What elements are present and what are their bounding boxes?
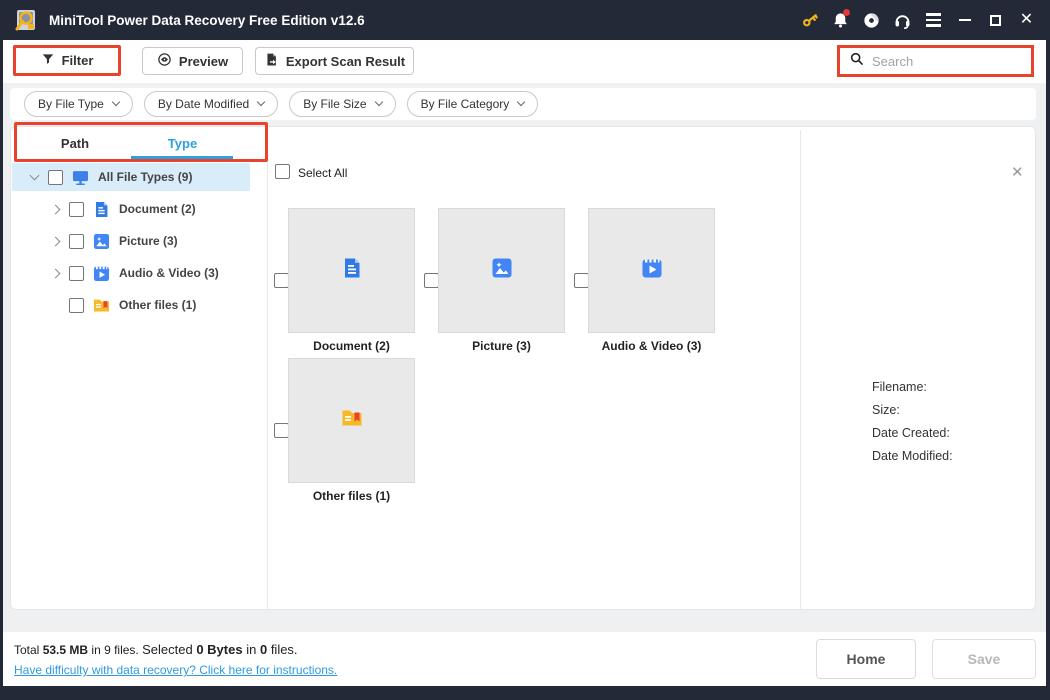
summary-text: Total 53.5 MB in 9 files. Selected 0 Byt… (14, 642, 298, 657)
window-title: MiniTool Power Data Recovery Free Editio… (49, 13, 365, 28)
help-link[interactable]: Have difficulty with data recovery? Clic… (14, 663, 337, 677)
card-checkbox-other-files[interactable] (274, 423, 289, 438)
close-icon[interactable]: ✕ (1011, 0, 1042, 40)
bell-icon[interactable] (825, 0, 856, 40)
selected-count-value: 0 (260, 642, 267, 657)
main-details-divider (800, 130, 801, 610)
headset-icon[interactable] (887, 0, 918, 40)
dropdown-by-date-modified[interactable]: By Date Modified (144, 91, 278, 117)
checkbox[interactable] (69, 234, 84, 249)
tree-item-other-files[interactable]: Other files (1) (47, 291, 196, 319)
checkbox[interactable] (69, 202, 84, 217)
eye-icon (157, 52, 172, 70)
chevron-right-icon[interactable] (50, 236, 60, 246)
chevron-down-icon (517, 98, 525, 106)
search-input[interactable] (872, 54, 1048, 69)
select-all-checkbox[interactable] (275, 164, 290, 179)
document-icon (340, 256, 364, 285)
dropdown-by-file-category[interactable]: By File Category (407, 91, 539, 117)
home-button[interactable]: Home (816, 639, 916, 679)
dropdown-by-file-size[interactable]: By File Size (289, 91, 395, 117)
detail-date-created-label: Date Created: (872, 426, 950, 440)
menu-icon[interactable] (918, 0, 949, 40)
dropdown-by-file-type[interactable]: By File Type (24, 91, 133, 117)
select-all-label: Select All (298, 166, 347, 180)
card-label-document: Document (2) (288, 339, 415, 353)
app-window: MiniTool Power Data Recovery Free Editio… (0, 0, 1050, 700)
save-button[interactable]: Save (932, 639, 1036, 679)
tree-item-picture[interactable]: Picture (3) (47, 227, 178, 255)
checkbox[interactable] (48, 170, 63, 185)
monitor-icon (71, 168, 90, 187)
preview-button[interactable]: Preview (142, 47, 243, 75)
card-audio-video[interactable] (588, 208, 715, 333)
card-document[interactable] (288, 208, 415, 333)
picture-icon (490, 256, 514, 285)
search-icon (849, 51, 865, 72)
funnel-icon (41, 52, 55, 69)
details-close-icon[interactable]: ✕ (1011, 165, 1024, 180)
detail-size-label: Size: (872, 403, 900, 417)
card-label-picture: Picture (3) (438, 339, 565, 353)
export-scan-result-button[interactable]: Export Scan Result (255, 47, 414, 75)
tree-item-all-file-types[interactable]: All File Types (9) (26, 163, 192, 191)
checkbox[interactable] (69, 266, 84, 281)
card-picture[interactable] (438, 208, 565, 333)
tree-main-divider (267, 162, 268, 610)
tab-type[interactable]: Type (140, 136, 225, 151)
card-checkbox-picture[interactable] (424, 273, 439, 288)
minimize-icon[interactable] (949, 0, 980, 40)
detail-filename-label: Filename: (872, 380, 927, 394)
key-icon[interactable] (794, 0, 825, 40)
tab-path[interactable]: Path (35, 136, 115, 151)
chevron-right-icon[interactable] (50, 268, 60, 278)
detail-date-modified-label: Date Modified: (872, 449, 953, 463)
card-other-files[interactable] (288, 358, 415, 483)
disc-icon[interactable] (856, 0, 887, 40)
card-label-audio-video: Audio & Video (3) (588, 339, 715, 353)
card-checkbox-audio-video[interactable] (574, 273, 589, 288)
tree-item-document[interactable]: Document (2) (47, 195, 196, 223)
titlebar: MiniTool Power Data Recovery Free Editio… (0, 0, 1050, 40)
checkbox[interactable] (69, 298, 84, 313)
filter-button[interactable]: Filter (13, 45, 121, 76)
total-size-value: 53.5 MB (43, 643, 88, 657)
document-icon (92, 200, 111, 219)
folder-icon (92, 296, 111, 315)
folder-icon (340, 406, 364, 435)
active-tab-indicator (131, 156, 233, 159)
picture-icon (92, 232, 111, 251)
audio-video-icon (92, 264, 111, 283)
chevron-right-icon[interactable] (50, 204, 60, 214)
filter-options-bar: By File Type By Date Modified By File Si… (10, 88, 1036, 120)
notification-dot (843, 9, 850, 16)
chevron-down-icon[interactable] (29, 171, 39, 181)
app-logo-icon (14, 8, 40, 32)
maximize-icon[interactable] (980, 0, 1011, 40)
card-checkbox-document[interactable] (274, 273, 289, 288)
tree-item-audio-video[interactable]: Audio & Video (3) (47, 259, 219, 287)
audio-video-icon (640, 256, 664, 285)
search-box (837, 45, 1034, 77)
selected-size-value: 0 Bytes (196, 642, 242, 657)
chevron-down-icon (374, 98, 382, 106)
card-label-other-files: Other files (1) (288, 489, 415, 503)
chevron-down-icon (112, 98, 120, 106)
export-file-icon (264, 52, 279, 70)
chevron-down-icon (257, 98, 265, 106)
